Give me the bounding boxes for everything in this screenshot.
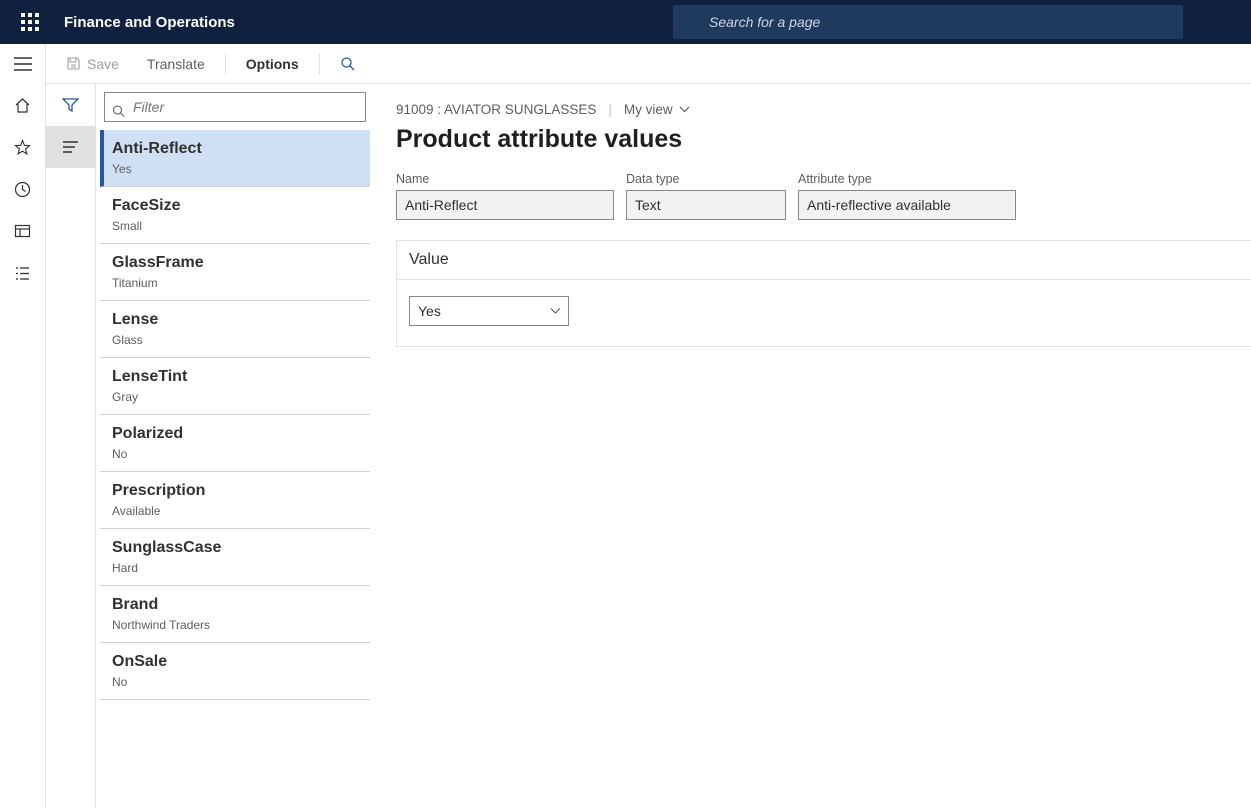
attribute-item-name: OnSale (112, 653, 362, 671)
nav-workspaces[interactable] (0, 210, 46, 252)
field-attribute-type: Attribute type (798, 172, 1016, 220)
attribute-item-name: Brand (112, 596, 362, 614)
options-label: Options (246, 56, 299, 72)
attribute-item[interactable]: Brand Northwind Traders (100, 586, 370, 643)
app-title: Finance and Operations (64, 14, 235, 31)
command-divider (225, 53, 226, 75)
field-data-type-input[interactable] (626, 190, 786, 220)
top-banner: Finance and Operations (0, 0, 1251, 44)
field-attribute-type-input[interactable] (798, 190, 1016, 220)
save-button[interactable]: Save (54, 44, 131, 84)
value-select-text: Yes (418, 303, 441, 319)
attribute-list-panel: Anti-Reflect Yes FaceSize Small GlassFrame Ti… (96, 84, 376, 808)
value-section-header: Value (397, 241, 1251, 280)
field-attribute-type-label: Attribute type (798, 172, 1016, 186)
attribute-item[interactable]: OnSale No (100, 643, 370, 700)
nav-recent[interactable] (0, 168, 46, 210)
list-lines-icon (62, 140, 79, 154)
field-name: Name (396, 172, 614, 220)
attribute-item[interactable]: Prescription Available (100, 472, 370, 529)
attribute-item-name: Anti-Reflect (112, 140, 362, 158)
nav-home[interactable] (0, 84, 46, 126)
find-button[interactable] (328, 44, 367, 84)
attribute-item-name: FaceSize (112, 197, 362, 215)
attribute-item-value: Available (112, 504, 362, 518)
attribute-item-value: Hard (112, 561, 362, 575)
field-data-type: Data type (626, 172, 786, 220)
value-section: Value Yes (396, 240, 1251, 347)
list-pane-toggle[interactable] (46, 126, 96, 168)
attribute-item[interactable]: LenseTint Gray (100, 358, 370, 415)
filter-pane-toggle[interactable] (46, 84, 96, 126)
filter-icon (62, 97, 79, 113)
waffle-icon (21, 13, 39, 31)
home-icon (14, 97, 31, 114)
hamburger-icon (14, 57, 32, 71)
search-icon (112, 105, 125, 118)
field-name-label: Name (396, 172, 614, 186)
field-name-input[interactable] (396, 190, 614, 220)
attribute-item-value: Small (112, 219, 362, 233)
page-title: Product attribute values (396, 125, 1251, 154)
workspace-icon (14, 223, 31, 240)
view-selector[interactable]: My view (624, 102, 690, 117)
detail-panel: 91009 : AVIATOR SUNGLASSES | My view Pro… (376, 84, 1251, 808)
attribute-item-value: Northwind Traders (112, 618, 362, 632)
attribute-item[interactable]: FaceSize Small (100, 187, 370, 244)
attribute-item[interactable]: Polarized No (100, 415, 370, 472)
translate-button[interactable]: Translate (135, 44, 217, 84)
attribute-item-name: Prescription (112, 482, 362, 500)
search-icon (340, 56, 355, 71)
star-icon (14, 139, 31, 156)
nav-favorites[interactable] (0, 126, 46, 168)
breadcrumb-separator: | (608, 102, 612, 117)
global-search[interactable] (673, 5, 1183, 39)
list-filter-input[interactable] (104, 92, 366, 122)
app-launcher-button[interactable] (8, 0, 52, 44)
attribute-item-value: Yes (112, 162, 362, 176)
view-label: My view (624, 102, 673, 117)
command-bar: Save Translate Options (46, 44, 1251, 84)
chevron-down-icon (679, 106, 690, 113)
attribute-item-name: SunglassCase (112, 539, 362, 557)
attribute-list: Anti-Reflect Yes FaceSize Small GlassFrame Ti… (100, 130, 370, 808)
breadcrumb: 91009 : AVIATOR SUNGLASSES (396, 102, 596, 117)
list-mode-rail (46, 84, 96, 808)
attribute-item-value: Glass (112, 333, 362, 347)
clock-icon (14, 181, 31, 198)
options-button[interactable]: Options (234, 44, 311, 84)
field-data-type-label: Data type (626, 172, 786, 186)
attribute-item[interactable]: Anti-Reflect Yes (100, 130, 370, 187)
attribute-item-name: Lense (112, 311, 362, 329)
value-select[interactable]: Yes (409, 296, 569, 326)
attribute-item-value: Titanium (112, 276, 362, 290)
modules-icon (14, 265, 31, 282)
attribute-item-value: Gray (112, 390, 362, 404)
attribute-item-name: Polarized (112, 425, 362, 443)
nav-rail (0, 44, 46, 808)
save-label: Save (87, 56, 119, 72)
nav-expand-button[interactable] (0, 44, 46, 84)
attribute-item-value: No (112, 447, 362, 461)
nav-modules[interactable] (0, 252, 46, 294)
search-input[interactable] (673, 5, 1183, 39)
attribute-item-name: GlassFrame (112, 254, 362, 272)
attribute-item[interactable]: GlassFrame Titanium (100, 244, 370, 301)
attribute-item-name: LenseTint (112, 368, 362, 386)
attribute-item[interactable]: SunglassCase Hard (100, 529, 370, 586)
save-icon (66, 56, 81, 71)
attribute-item-value: No (112, 675, 362, 689)
translate-label: Translate (147, 56, 205, 72)
command-divider (319, 53, 320, 75)
attribute-item[interactable]: Lense Glass (100, 301, 370, 358)
